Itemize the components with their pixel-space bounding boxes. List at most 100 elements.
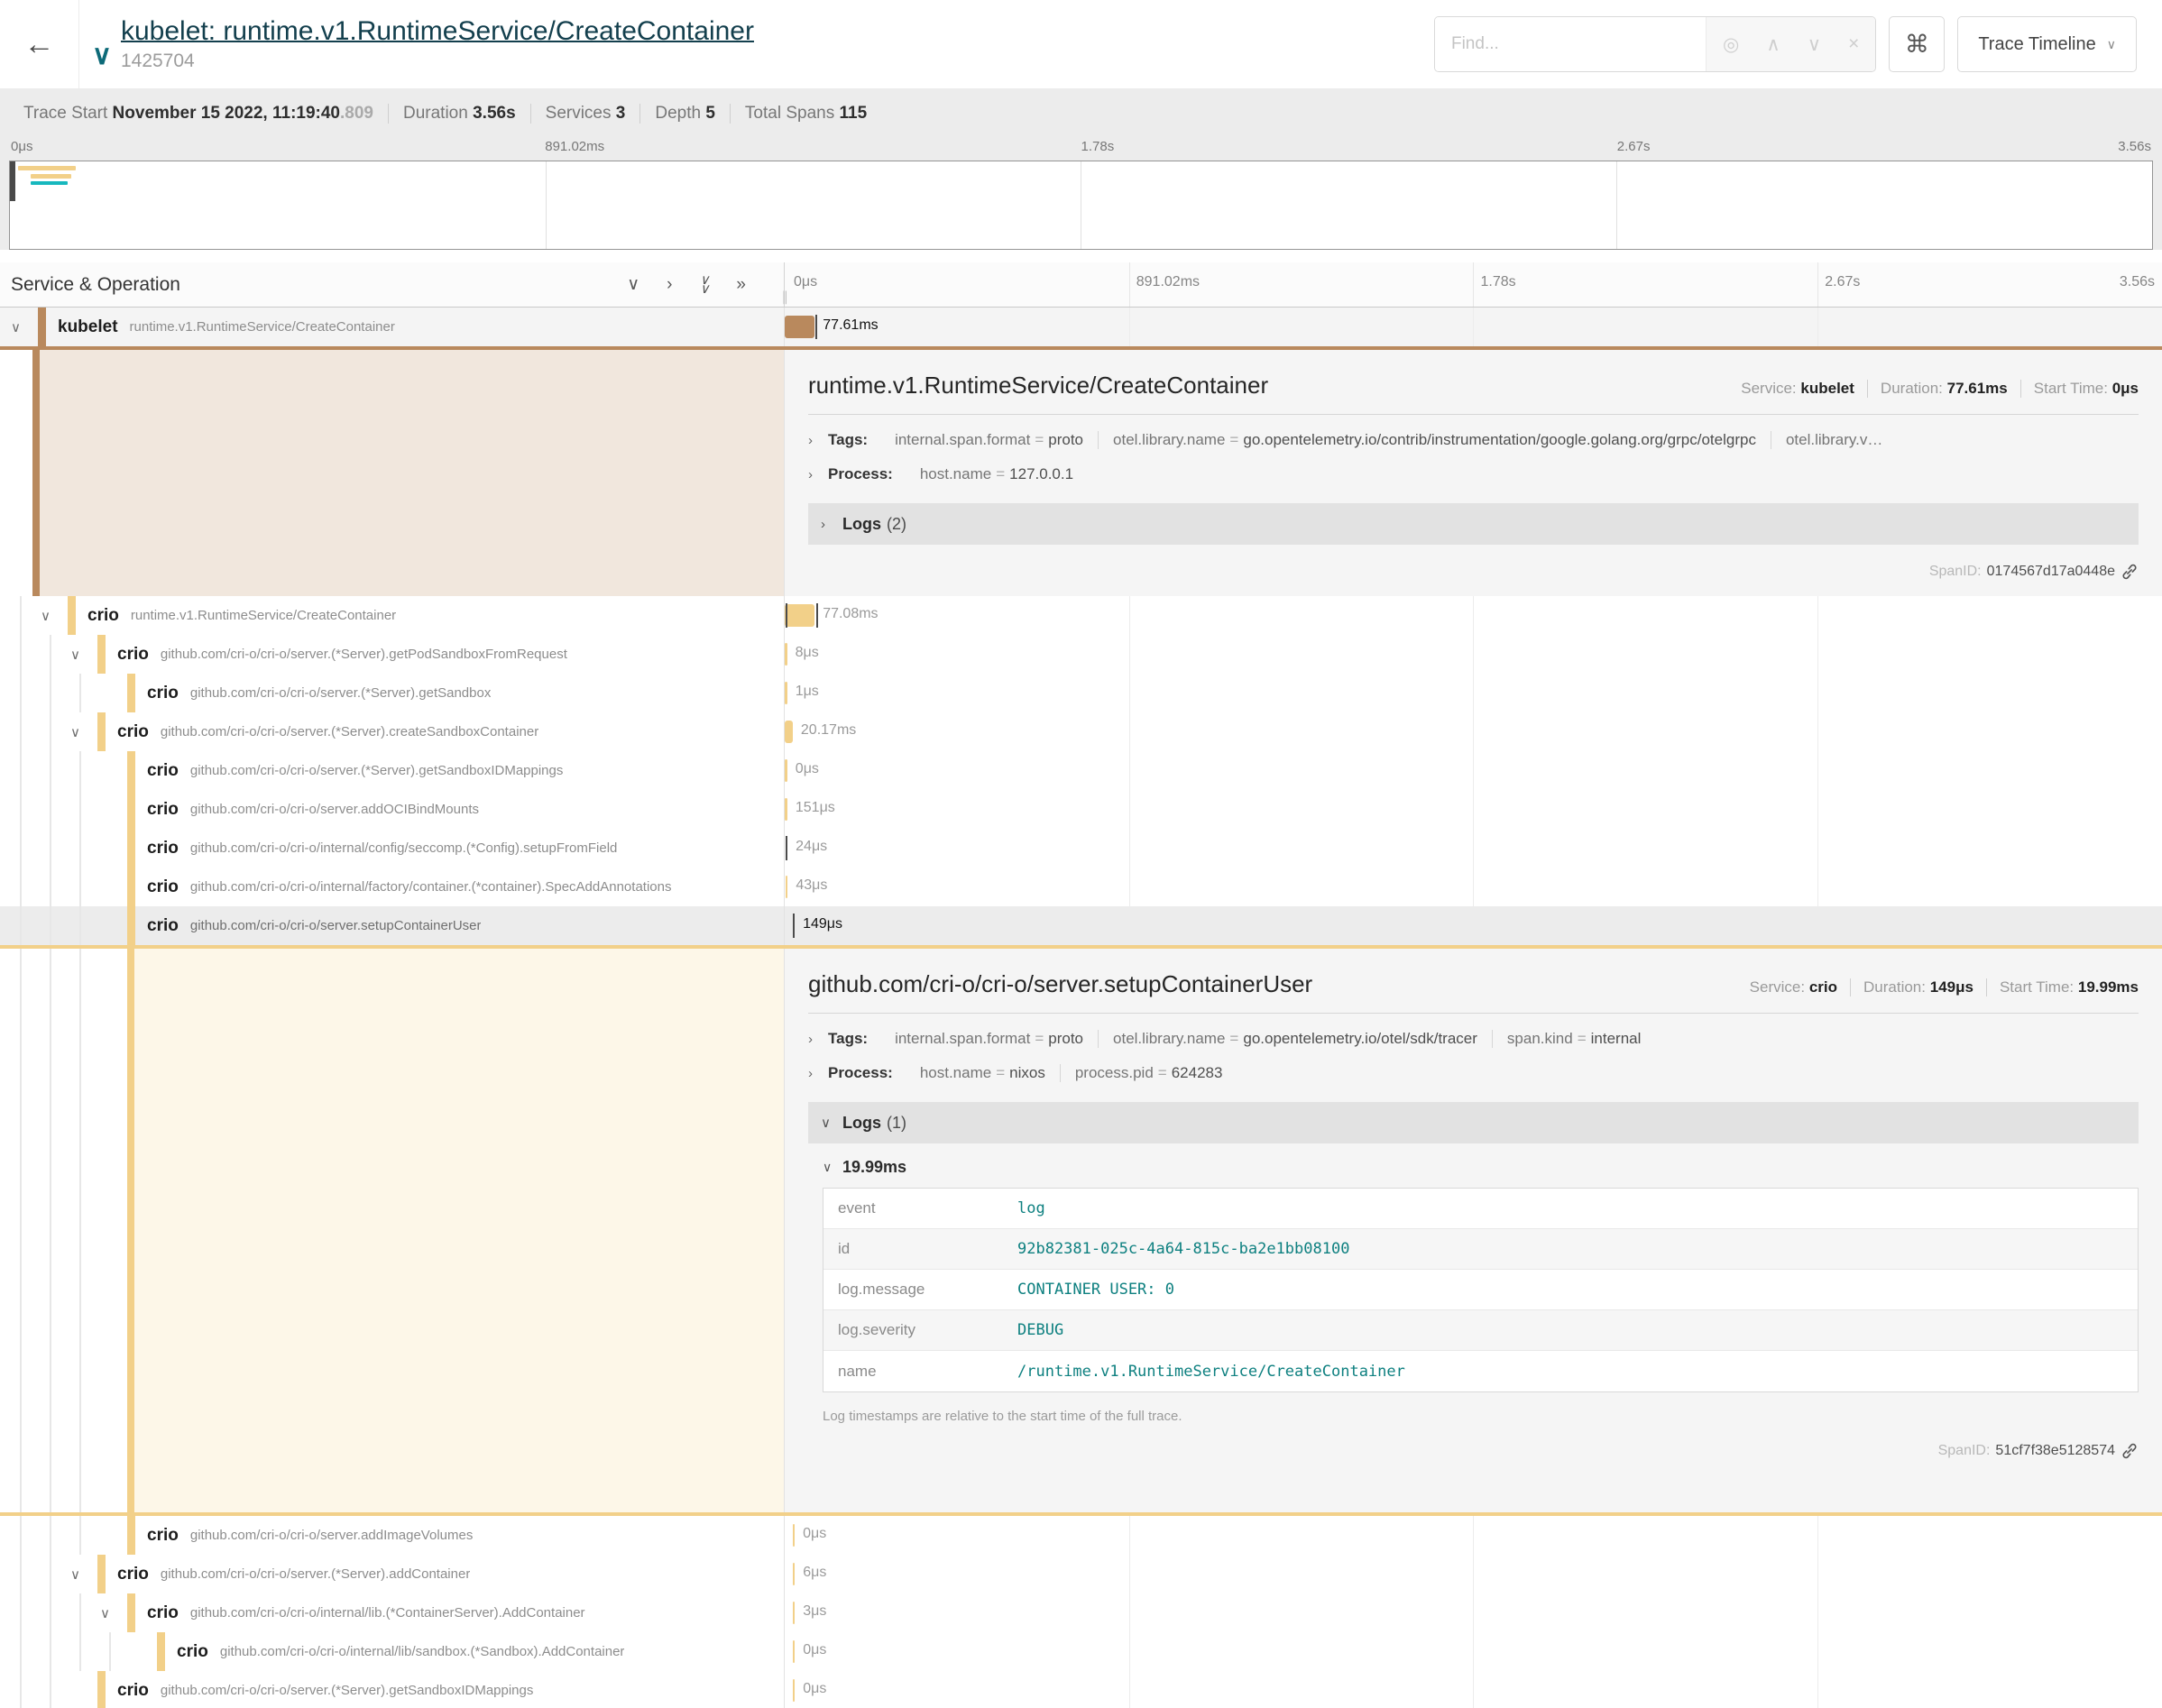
- chevron-down-icon[interactable]: ∨: [70, 724, 97, 740]
- span-name-cell[interactable]: crio github.com/cri-o/cri-o/server.(*Ser…: [0, 674, 785, 712]
- trace-id: 1425704: [121, 51, 754, 72]
- span-detail-panel-setupcontaineruser: github.com/cri-o/cri-o/server.setupConta…: [0, 945, 2162, 1516]
- chevron-down-icon[interactable]: ∨: [11, 319, 38, 335]
- detail-tint: [40, 350, 784, 596]
- span-bar[interactable]: [793, 1524, 796, 1547]
- chevron-down-icon[interactable]: ∨: [70, 647, 97, 663]
- timeline-cell: 151μs: [785, 790, 2162, 829]
- span-bar[interactable]: [793, 1679, 796, 1702]
- tags-row[interactable]: › Tags: internal.span.format=proto otel.…: [808, 431, 2139, 449]
- span-name-cell[interactable]: crio github.com/cri-o/cri-o/server.addIm…: [0, 1516, 785, 1555]
- chevron-down-icon[interactable]: ∨: [41, 608, 68, 624]
- prev-result-icon[interactable]: ∧: [1766, 33, 1780, 56]
- service-name: crio: [117, 1565, 149, 1584]
- span-bar[interactable]: [785, 682, 787, 704]
- locate-icon[interactable]: ◎: [1723, 33, 1739, 56]
- span-name-cell[interactable]: ∨ kubelet runtime.v1.RuntimeService/Crea…: [0, 308, 785, 346]
- logs-accordion[interactable]: › Logs (2): [808, 503, 2139, 545]
- collapse-all-icon[interactable]: ∨∨: [699, 276, 709, 294]
- span-bar[interactable]: [793, 1563, 796, 1585]
- clear-search-icon[interactable]: ×: [1848, 33, 1859, 55]
- collapse-one-icon[interactable]: ∨: [627, 274, 639, 295]
- span-name-cell[interactable]: crio github.com/cri-o/cri-o/server.(*Ser…: [0, 1671, 785, 1708]
- span-bar[interactable]: [793, 1640, 796, 1663]
- span-name-cell[interactable]: ∨ crio github.com/cri-o/cri-o/internal/l…: [0, 1593, 785, 1632]
- log-entry-header[interactable]: ∨ 19.99ms: [823, 1158, 2139, 1177]
- find-input[interactable]: [1435, 17, 1706, 71]
- span-bar[interactable]: [785, 604, 814, 627]
- span-bar[interactable]: [785, 721, 793, 743]
- span-color-strip: [97, 1555, 106, 1593]
- detail-left-gutter: [0, 350, 785, 596]
- service-name: crio: [87, 606, 119, 626]
- spanid-row: SpanID: 51cf7f38e5128574: [808, 1442, 2139, 1460]
- timeline-cell: 0μs: [785, 1632, 2162, 1671]
- trace-view-dropdown[interactable]: Trace Timeline ∨: [1957, 16, 2137, 72]
- minimap-range-handle[interactable]: [10, 161, 15, 201]
- span-name-cell[interactable]: crio github.com/cri-o/cri-o/internal/lib…: [0, 1632, 785, 1671]
- span-name-cell[interactable]: crio github.com/cri-o/cri-o/server.setup…: [0, 906, 785, 945]
- chevron-right-icon: ›: [808, 433, 828, 448]
- back-button[interactable]: ←: [0, 0, 79, 88]
- log-field-value: 92b82381-025c-4a64-815c-ba2e1bb08100: [1017, 1240, 1349, 1258]
- service-name: crio: [147, 1603, 179, 1623]
- span-duration-label: 6μs: [803, 1565, 826, 1581]
- trace-minimap[interactable]: [9, 161, 2153, 250]
- expand-all-icon[interactable]: »: [736, 275, 746, 295]
- next-result-icon[interactable]: ∨: [1808, 33, 1821, 56]
- log-field-row: log.message CONTAINER USER: 0: [823, 1270, 2138, 1310]
- span-name-cell[interactable]: crio github.com/cri-o/cri-o/server.addOC…: [0, 790, 785, 829]
- copy-link-icon[interactable]: [2121, 1442, 2139, 1460]
- service-name: crio: [117, 1681, 149, 1701]
- span-name-cell[interactable]: ∨ crio github.com/cri-o/cri-o/server.(*S…: [0, 635, 785, 674]
- spanid-value: 0174567d17a0448e: [1987, 564, 2115, 580]
- tag-item: internal.span.format=proto: [880, 431, 1099, 449]
- span-row: ∨ crio runtime.v1.RuntimeService/CreateC…: [0, 596, 2162, 635]
- span-color-strip: [127, 868, 135, 906]
- process-row[interactable]: › Process: host.name=nixos process.pid=6…: [808, 1064, 2139, 1082]
- timeline-cell: 149μs: [785, 906, 2162, 945]
- trace-title-link[interactable]: kubelet: runtime.v1.RuntimeService/Creat…: [121, 16, 754, 47]
- span-name-cell[interactable]: crio github.com/cri-o/cri-o/internal/con…: [0, 829, 785, 868]
- copy-link-icon[interactable]: [2121, 563, 2139, 581]
- chevron-right-icon: ›: [808, 467, 828, 482]
- timeline-cell: 8μs: [785, 635, 2162, 674]
- span-name-cell[interactable]: ∨ crio github.com/cri-o/cri-o/server.(*S…: [0, 712, 785, 751]
- keyboard-shortcuts-button[interactable]: ⌘: [1889, 16, 1945, 72]
- chevron-down-icon: ∨: [821, 1115, 842, 1131]
- process-item: host.name=127.0.0.1: [906, 465, 1088, 483]
- span-bar[interactable]: [785, 643, 787, 666]
- chevron-down-icon[interactable]: ∨: [100, 1605, 127, 1621]
- trace-summary: Trace Start November 15 2022, 11:19:40.8…: [9, 88, 2153, 139]
- jaeger-trace-page: ← ∨ kubelet: runtime.v1.RuntimeService/C…: [0, 0, 2162, 1708]
- span-duration-label: 20.17ms: [801, 722, 856, 739]
- log-field-value: DEBUG: [1017, 1321, 1063, 1339]
- span-color-strip: [97, 712, 106, 751]
- tags-row[interactable]: › Tags: internal.span.format=proto otel.…: [808, 1030, 2139, 1048]
- collapse-trace-chevron-icon[interactable]: ∨: [92, 40, 112, 71]
- timeline-cell: 77.61ms: [785, 308, 2162, 346]
- spanid-value: 51cf7f38e5128574: [1995, 1443, 2115, 1459]
- detail-tint: [134, 949, 784, 1512]
- span-name-cell[interactable]: ∨ crio runtime.v1.RuntimeService/CreateC…: [0, 596, 785, 635]
- span-bar[interactable]: [786, 876, 788, 898]
- span-bar[interactable]: [793, 1602, 796, 1624]
- span-color-strip: [127, 949, 134, 1512]
- span-name-cell[interactable]: ∨ crio github.com/cri-o/cri-o/server.(*S…: [0, 1555, 785, 1593]
- process-item: host.name=nixos: [906, 1064, 1061, 1082]
- span-bar[interactable]: [785, 759, 787, 782]
- span-bar[interactable]: [785, 798, 787, 821]
- expand-one-icon[interactable]: ›: [667, 275, 672, 295]
- logs-accordion[interactable]: ∨ Logs (1): [808, 1102, 2139, 1143]
- span-row: ∨ crio github.com/cri-o/cri-o/server.(*S…: [0, 635, 2162, 674]
- tag-item: span.kind=internal: [1493, 1030, 1655, 1048]
- chevron-down-icon[interactable]: ∨: [70, 1566, 97, 1583]
- span-bar[interactable]: [785, 316, 814, 338]
- trace-view-label: Trace Timeline: [1978, 34, 2095, 55]
- trace-title-block: ∨ kubelet: runtime.v1.RuntimeService/Cre…: [92, 16, 754, 72]
- process-row[interactable]: › Process: host.name=127.0.0.1: [808, 465, 2139, 483]
- span-duration-label: 0μs: [803, 1681, 826, 1697]
- span-name-cell[interactable]: crio github.com/cri-o/cri-o/internal/fac…: [0, 868, 785, 906]
- span-name-cell[interactable]: crio github.com/cri-o/cri-o/server.(*Ser…: [0, 751, 785, 790]
- operation-name: github.com/cri-o/cri-o/server.(*Server).…: [161, 647, 567, 662]
